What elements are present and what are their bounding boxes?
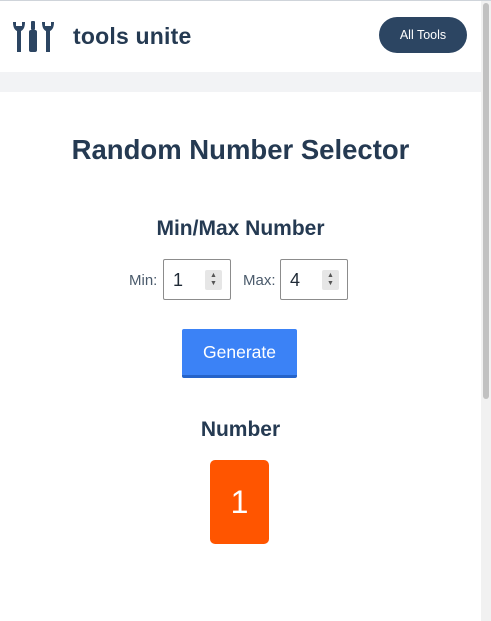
result-number: 1 <box>210 460 269 544</box>
max-value: 4 <box>290 270 301 290</box>
spin-up-icon[interactable]: ▲ <box>210 272 217 280</box>
min-value: 1 <box>173 270 184 290</box>
brand-name[interactable]: tools unite <box>73 23 191 50</box>
generate-button[interactable]: Generate <box>182 329 297 378</box>
wrench-tools-icon[interactable] <box>11 20 57 54</box>
header: tools unite All Tools <box>0 1 481 72</box>
range-inputs-row: Min: 1 ▲ ▼ Max: 4 ▲ ▼ <box>0 259 481 302</box>
min-number-input[interactable]: 1 ▲ ▼ <box>163 259 231 300</box>
spin-down-icon[interactable]: ▼ <box>327 280 334 288</box>
result-heading: Number <box>200 418 281 441</box>
main-content: Random Number Selector Min/Max Number Mi… <box>0 92 481 621</box>
min-label: Min: <box>129 272 158 289</box>
page-title: Random Number Selector <box>71 134 410 165</box>
scrollbar-thumb[interactable] <box>483 3 489 399</box>
spin-up-icon[interactable]: ▲ <box>327 272 334 280</box>
scrollbar[interactable] <box>481 1 491 621</box>
header-divider-band <box>0 72 481 92</box>
max-label: Max: <box>243 272 276 289</box>
range-heading: Min/Max Number <box>156 217 325 240</box>
all-tools-button[interactable]: All Tools <box>379 17 467 53</box>
min-spinner[interactable]: ▲ ▼ <box>205 270 222 290</box>
max-number-input[interactable]: 4 ▲ ▼ <box>280 259 348 300</box>
max-spinner[interactable]: ▲ ▼ <box>322 270 339 290</box>
spin-down-icon[interactable]: ▼ <box>210 280 217 288</box>
page: tools unite All Tools Random Number Sele… <box>0 0 491 621</box>
